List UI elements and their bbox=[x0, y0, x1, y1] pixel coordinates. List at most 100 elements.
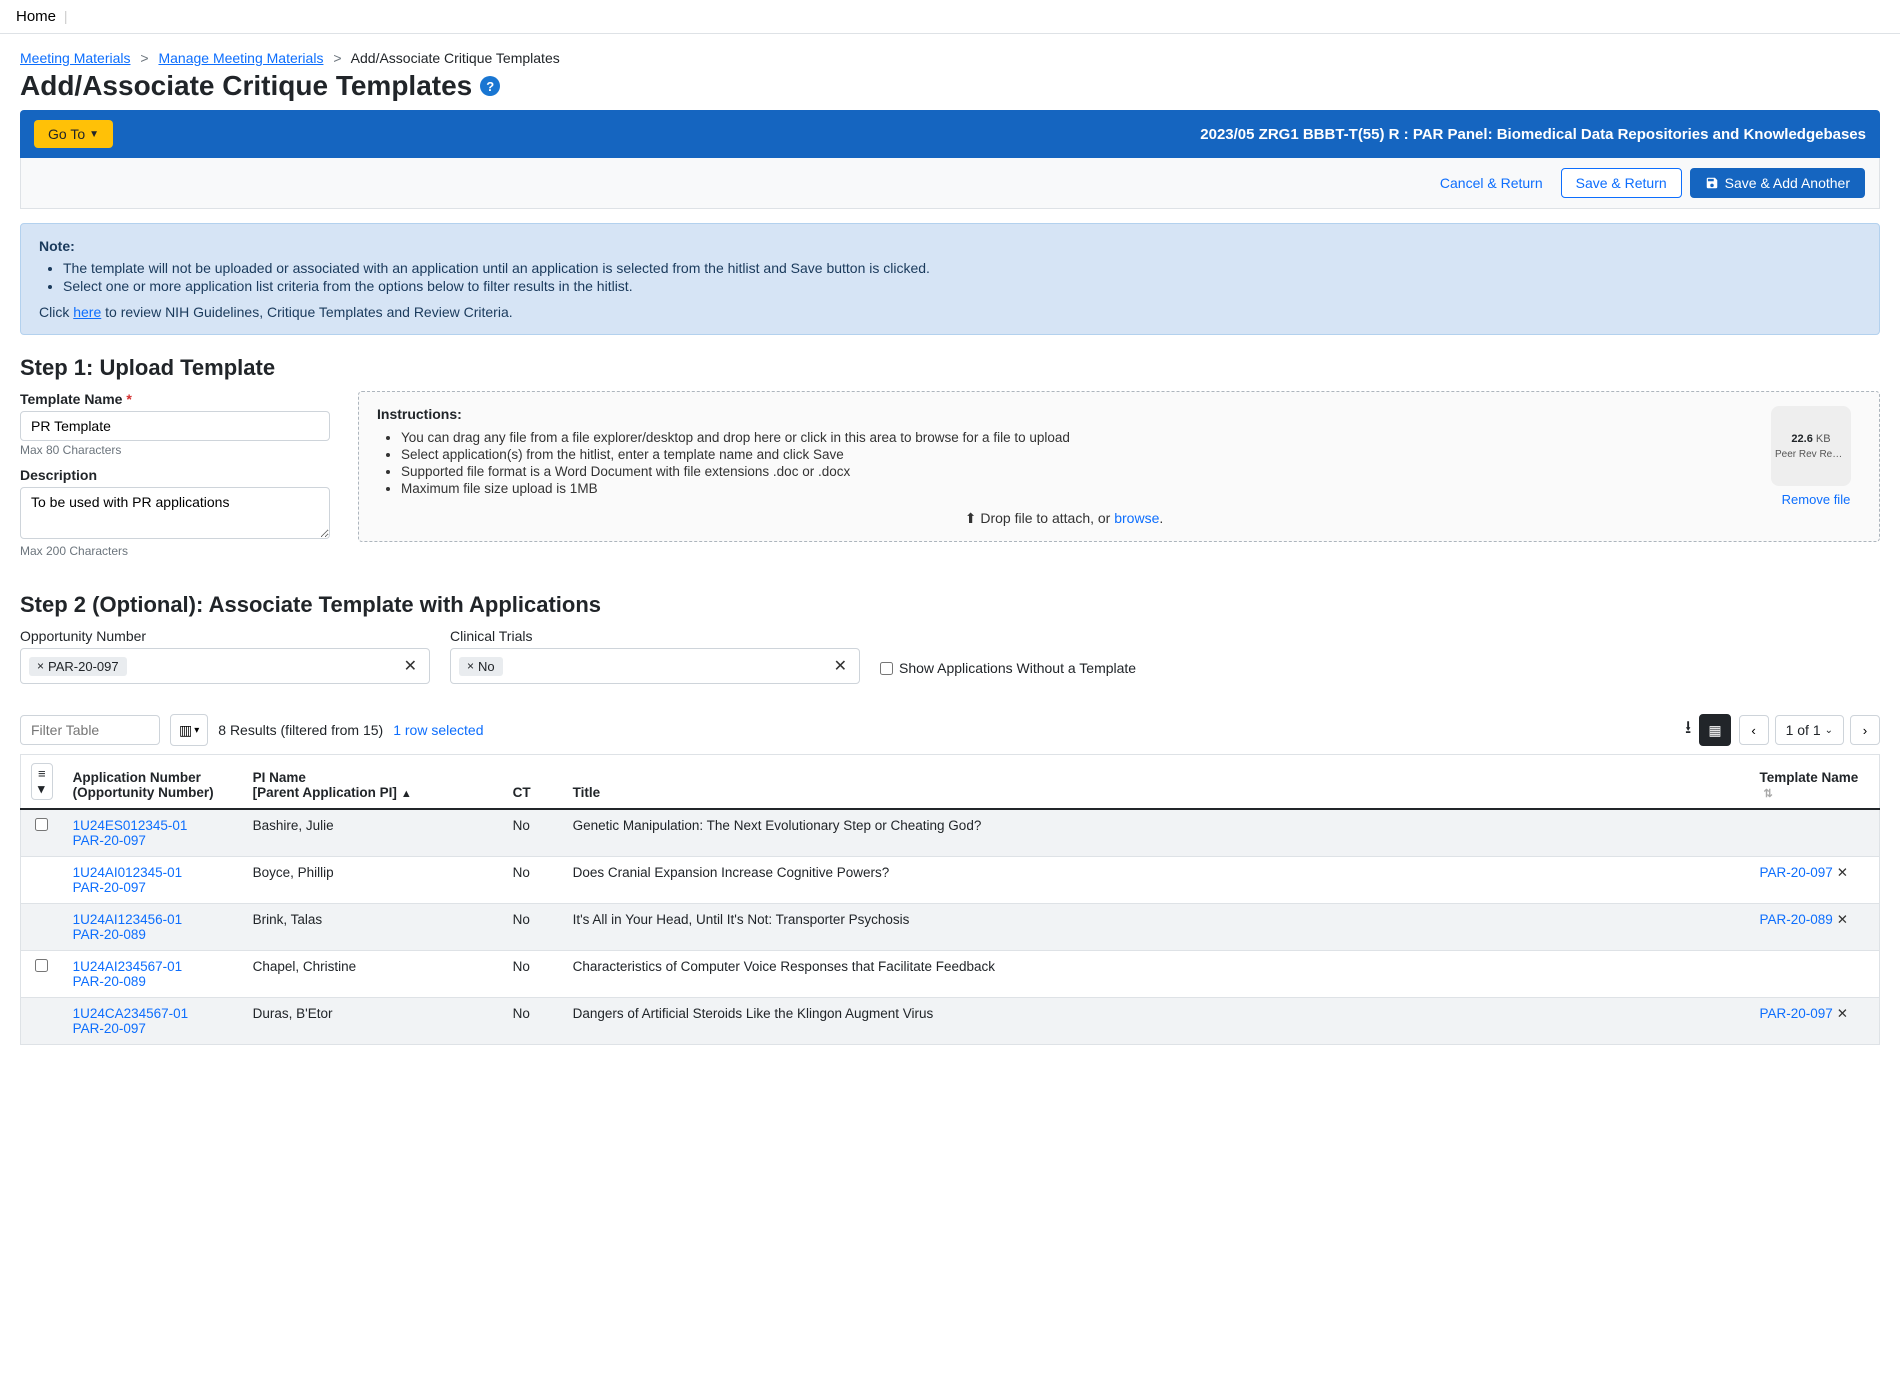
remove-template-icon[interactable]: ✕ bbox=[1837, 1006, 1848, 1021]
file-name: Peer Rev Revi... bbox=[1775, 449, 1847, 460]
results-count: 8 Results (filtered from 15) bbox=[218, 722, 383, 738]
desc-hint: Max 200 Characters bbox=[20, 544, 330, 558]
step2-heading: Step 2 (Optional): Associate Template wi… bbox=[20, 592, 1880, 618]
file-thumbnail[interactable]: 22.6 KB Peer Rev Revi... bbox=[1771, 406, 1851, 486]
cancel-return-button[interactable]: Cancel & Return bbox=[1430, 168, 1553, 198]
save-add-another-button[interactable]: Save & Add Another bbox=[1690, 168, 1865, 198]
help-icon[interactable]: ? bbox=[480, 76, 500, 96]
clinical-trials-input[interactable]: × No ✕ bbox=[450, 648, 860, 684]
save-icon bbox=[1705, 176, 1719, 190]
table-row: 1U24AI123456-01PAR-20-089Brink, TalasNoI… bbox=[21, 904, 1880, 951]
columns-icon: ▥ bbox=[179, 722, 192, 739]
pi-name: Bashire, Julie bbox=[243, 809, 503, 857]
upload-icon: ⬆ bbox=[965, 510, 977, 526]
grid-icon: ▦ bbox=[1708, 722, 1721, 739]
pi-name: Brink, Talas bbox=[243, 904, 503, 951]
application-link[interactable]: 1U24CA234567-01 bbox=[73, 1006, 189, 1021]
filter-table-input[interactable] bbox=[20, 715, 160, 745]
instruction-item: Maximum file size upload is 1MB bbox=[401, 481, 1751, 496]
guidelines-link[interactable]: here bbox=[73, 304, 101, 320]
template-link[interactable]: PAR-20-097 bbox=[1760, 1006, 1833, 1021]
table-row: 1U24AI234567-01PAR-20-089 Chapel, Christi… bbox=[21, 951, 1880, 998]
column-toggle-button[interactable]: ▥▾ bbox=[170, 714, 208, 746]
breadcrumb-link-1[interactable]: Manage Meeting Materials bbox=[158, 50, 323, 66]
clear-icon[interactable]: ✕ bbox=[830, 656, 851, 676]
description-textarea[interactable] bbox=[20, 487, 330, 539]
grid-view-button[interactable]: ▦ bbox=[1699, 714, 1730, 746]
opportunity-link[interactable]: PAR-20-089 bbox=[73, 974, 146, 989]
template-link[interactable]: PAR-20-089 bbox=[1760, 912, 1833, 927]
save-return-button[interactable]: Save & Return bbox=[1561, 168, 1682, 198]
ct-value: No bbox=[503, 857, 563, 904]
template-name-input[interactable] bbox=[20, 411, 330, 441]
row-checkbox[interactable] bbox=[35, 818, 48, 831]
th-app-number[interactable]: Application Number bbox=[73, 770, 233, 785]
show-without-template-label: Show Applications Without a Template bbox=[899, 660, 1136, 676]
instruction-item: Supported file format is a Word Document… bbox=[401, 464, 1751, 479]
table-row: 1U24CA234567-01PAR-20-097Duras, B'EtorNo… bbox=[21, 998, 1880, 1045]
pi-name: Chapel, Christine bbox=[243, 951, 503, 998]
remove-file-link[interactable]: Remove file bbox=[1771, 492, 1861, 507]
meeting-title: 2023/05 ZRG1 BBBT-T(55) R : PAR Panel: B… bbox=[1200, 126, 1866, 143]
breadcrumb-current: Add/Associate Critique Templates bbox=[351, 50, 560, 66]
home-link[interactable]: Home bbox=[16, 8, 56, 25]
opportunity-link[interactable]: PAR-20-097 bbox=[73, 833, 146, 848]
opportunity-number-input[interactable]: × PAR-20-097 ✕ bbox=[20, 648, 430, 684]
instructions-title: Instructions: bbox=[377, 406, 1751, 422]
title-value: Characteristics of Computer Voice Respon… bbox=[563, 951, 1750, 998]
opportunity-link[interactable]: PAR-20-097 bbox=[73, 1021, 146, 1036]
applications-table: ≡ ▾ Application Number (Opportunity Numb… bbox=[20, 754, 1880, 1045]
note-box: Note: The template will not be uploaded … bbox=[20, 223, 1880, 335]
chip-remove-icon[interactable]: × bbox=[37, 659, 44, 673]
caret-down-icon: ▼ bbox=[89, 129, 99, 140]
prev-page-button[interactable]: ‹ bbox=[1739, 715, 1769, 745]
chip-remove-icon[interactable]: × bbox=[467, 659, 474, 673]
row-checkbox[interactable] bbox=[35, 959, 48, 972]
th-pi-name[interactable]: PI Name bbox=[253, 770, 493, 785]
browse-link[interactable]: browse bbox=[1114, 510, 1159, 526]
remove-template-icon[interactable]: ✕ bbox=[1837, 912, 1848, 927]
breadcrumb: Meeting Materials > Manage Meeting Mater… bbox=[20, 50, 1880, 66]
instruction-item: You can drag any file from a file explor… bbox=[401, 430, 1751, 445]
opportunity-link[interactable]: PAR-20-097 bbox=[73, 880, 146, 895]
upload-dropzone[interactable]: Instructions: You can drag any file from… bbox=[358, 391, 1880, 542]
remove-template-icon[interactable]: ✕ bbox=[1837, 865, 1848, 880]
name-hint: Max 80 Characters bbox=[20, 443, 330, 457]
clear-icon[interactable]: ✕ bbox=[400, 656, 421, 676]
pi-name: Duras, B'Etor bbox=[243, 998, 503, 1045]
next-page-button[interactable]: › bbox=[1850, 715, 1880, 745]
step1-heading: Step 1: Upload Template bbox=[20, 355, 1880, 381]
th-ct[interactable]: CT bbox=[503, 755, 563, 810]
application-link[interactable]: 1U24AI012345-01 bbox=[73, 865, 183, 880]
table-row: 1U24ES012345-01PAR-20-097 Bashire, JulieN… bbox=[21, 809, 1880, 857]
goto-button[interactable]: Go To▼ bbox=[34, 120, 113, 148]
download-icon[interactable]: ⭳ bbox=[1685, 715, 1691, 745]
page-info[interactable]: 1 of 1 ⌄ bbox=[1775, 715, 1844, 745]
clinical-trials-label: Clinical Trials bbox=[450, 628, 860, 644]
opportunity-link[interactable]: PAR-20-089 bbox=[73, 927, 146, 942]
note-bullet: Select one or more application list crit… bbox=[63, 278, 1861, 294]
note-bullet: The template will not be uploaded or ass… bbox=[63, 260, 1861, 276]
note-title: Note: bbox=[39, 238, 1861, 254]
title-value: Genetic Manipulation: The Next Evolution… bbox=[563, 809, 1750, 857]
ct-value: No bbox=[503, 951, 563, 998]
breadcrumb-link-0[interactable]: Meeting Materials bbox=[20, 50, 131, 66]
application-link[interactable]: 1U24AI123456-01 bbox=[73, 912, 183, 927]
instruction-item: Select application(s) from the hitlist, … bbox=[401, 447, 1751, 462]
table-row: 1U24AI012345-01PAR-20-097Boyce, PhillipN… bbox=[21, 857, 1880, 904]
show-without-template-checkbox[interactable] bbox=[880, 662, 893, 675]
row-actions-menu[interactable]: ≡ ▾ bbox=[31, 763, 53, 800]
th-title[interactable]: Title bbox=[563, 755, 1750, 810]
description-label: Description bbox=[20, 467, 330, 483]
selected-count: 1 row selected bbox=[393, 722, 483, 738]
th-opp-number: (Opportunity Number) bbox=[73, 785, 233, 800]
ct-value: No bbox=[503, 809, 563, 857]
template-link[interactable]: PAR-20-097 bbox=[1760, 865, 1833, 880]
template-name-label: Template Name * bbox=[20, 391, 330, 407]
application-link[interactable]: 1U24ES012345-01 bbox=[73, 818, 188, 833]
sort-icon[interactable]: ⇅ bbox=[1764, 788, 1773, 800]
application-link[interactable]: 1U24AI234567-01 bbox=[73, 959, 183, 974]
title-value: Does Cranial Expansion Increase Cognitiv… bbox=[563, 857, 1750, 904]
sort-asc-icon[interactable]: ▲ bbox=[401, 788, 412, 800]
th-template-name[interactable]: Template Name bbox=[1760, 770, 1859, 785]
